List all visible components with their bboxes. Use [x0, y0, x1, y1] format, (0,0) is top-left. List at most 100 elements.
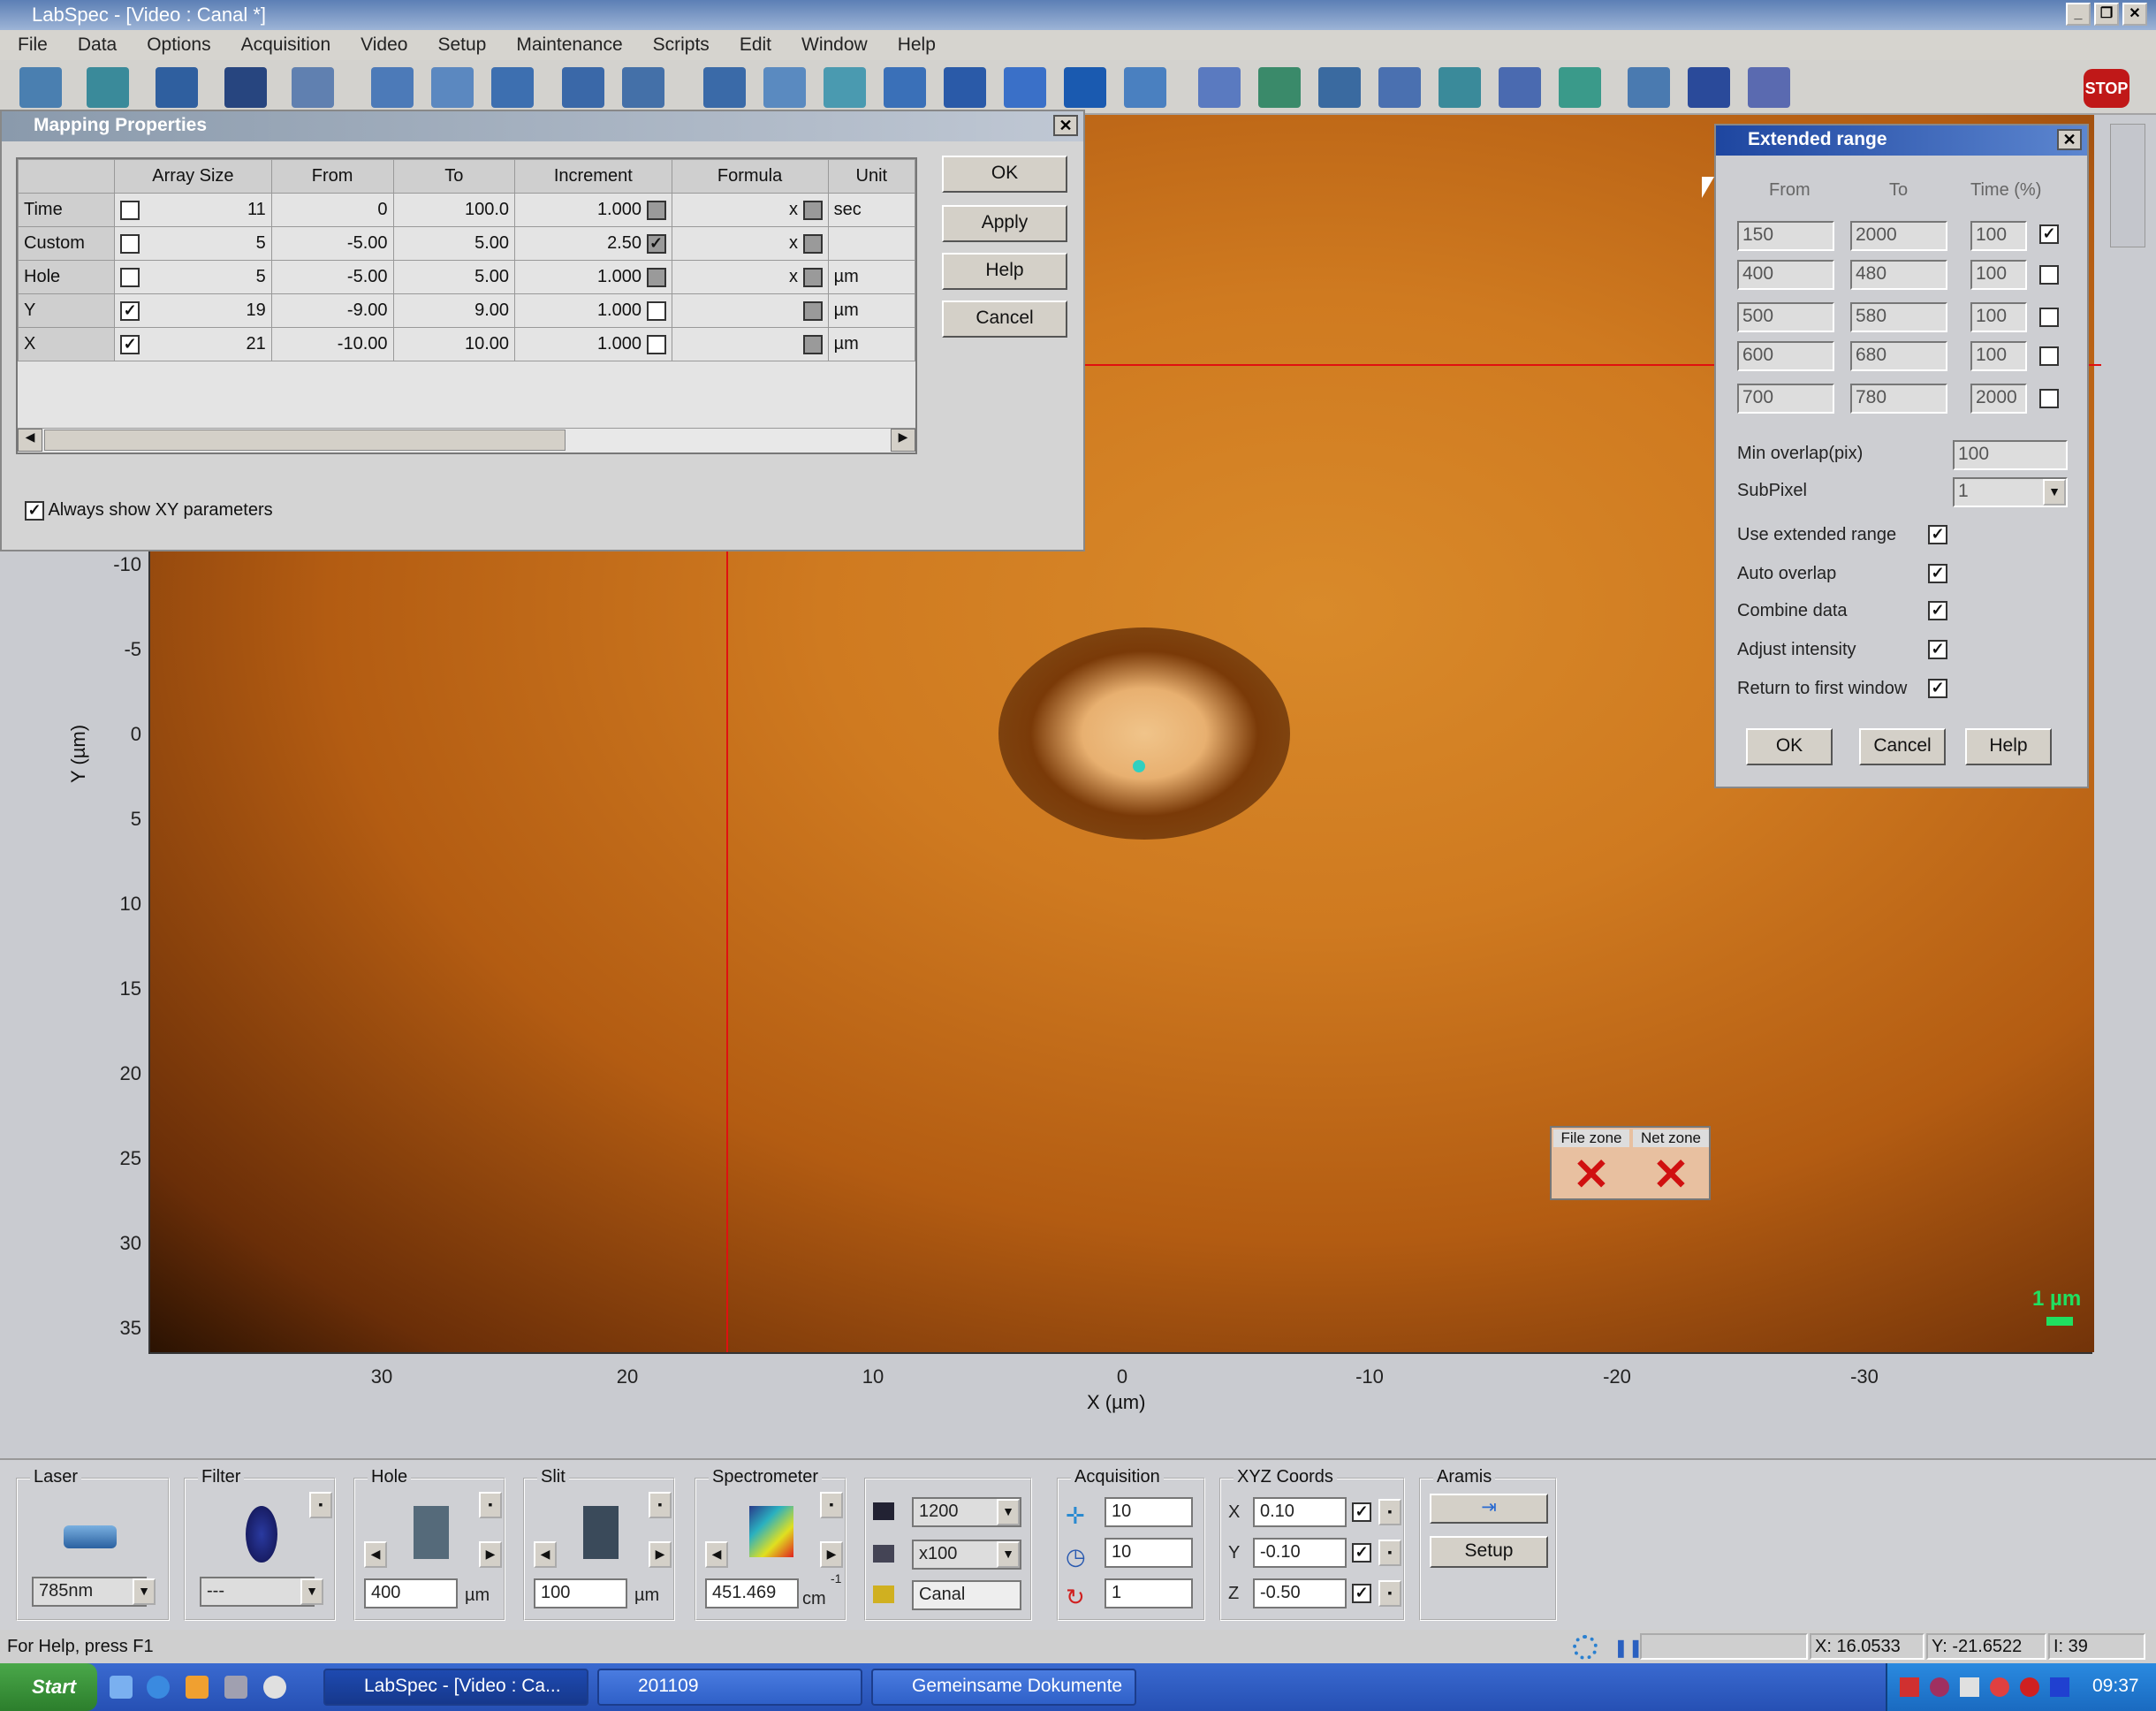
close-icon[interactable]: ✕ [2122, 3, 2147, 26]
tray-alert-icon[interactable] [1990, 1677, 2009, 1697]
histogram-icon[interactable] [1499, 67, 1541, 108]
spectrum-zoom-icon[interactable] [703, 67, 746, 108]
chevron-down-icon[interactable]: ▼ [997, 1541, 1020, 1568]
x-coord-checkbox[interactable]: ✓ [1352, 1502, 1371, 1522]
setup-button[interactable]: Setup [1430, 1536, 1548, 1568]
spectrometer-increase-icon[interactable]: ▶ [820, 1541, 843, 1568]
menu-acquisition[interactable]: Acquisition [241, 34, 331, 56]
range-time-field[interactable]: 100 [1970, 221, 2027, 251]
browser-icon[interactable] [147, 1676, 170, 1699]
cancel-button[interactable]: Cancel [1859, 728, 1946, 765]
export-icon[interactable] [1628, 67, 1670, 108]
close-icon[interactable]: ✕ [2057, 129, 2082, 150]
open-icon[interactable] [87, 67, 129, 108]
increment-checkbox[interactable] [646, 300, 666, 321]
menu-file[interactable]: File [18, 34, 48, 56]
range-time-field[interactable]: 100 [1970, 302, 2027, 332]
peak-icon[interactable] [1198, 67, 1241, 108]
range-time-field[interactable]: 2000 [1970, 384, 2027, 414]
chevron-down-icon[interactable]: ▼ [133, 1578, 156, 1605]
spectrometer-settings-icon[interactable]: ▪ [820, 1492, 843, 1518]
media-icon[interactable] [186, 1676, 209, 1699]
return-first-window-checkbox[interactable]: ✓ [1928, 679, 1947, 698]
dots-grid-icon[interactable] [944, 67, 986, 108]
hole-increase-icon[interactable]: ▶ [479, 1541, 502, 1568]
palette-icon[interactable] [1688, 67, 1730, 108]
z-coord-field[interactable]: -0.50 [1253, 1578, 1347, 1608]
menu-data[interactable]: Data [78, 34, 117, 56]
increment-checkbox[interactable] [646, 334, 666, 354]
task-folder-201109[interactable]: 201109 [597, 1669, 862, 1706]
combine-data-checkbox[interactable]: ✓ [1928, 601, 1947, 620]
range-to-field[interactable]: 680 [1850, 341, 1947, 371]
chevron-down-icon[interactable]: ▼ [2043, 479, 2066, 506]
help-button[interactable]: Help [942, 253, 1067, 290]
scroll-thumb[interactable] [44, 430, 566, 451]
scroll-left-icon[interactable]: ◀ [18, 429, 42, 452]
range-to-field[interactable]: 580 [1850, 302, 1947, 332]
y-coord-checkbox[interactable]: ✓ [1352, 1543, 1371, 1563]
player-icon[interactable] [263, 1676, 286, 1699]
menu-setup[interactable]: Setup [437, 34, 486, 56]
tool-launch-icon[interactable] [224, 1676, 247, 1699]
grid-select-icon[interactable] [763, 67, 806, 108]
range-checkbox[interactable] [2039, 265, 2059, 285]
range-to-field[interactable]: 2000 [1850, 221, 1947, 251]
tool-icon[interactable] [1559, 67, 1601, 108]
row-checkbox[interactable] [120, 200, 140, 220]
hole-decrease-icon[interactable]: ◀ [364, 1541, 387, 1568]
formula-checkbox[interactable] [802, 300, 823, 321]
aramis-laser-button[interactable]: ⇥ [1430, 1494, 1548, 1524]
range-from-field[interactable]: 600 [1737, 341, 1834, 371]
start-button[interactable]: Start [0, 1663, 97, 1711]
table-icon[interactable] [884, 67, 926, 108]
slit-increase-icon[interactable]: ▶ [649, 1541, 672, 1568]
always-show-checkbox[interactable]: ✓ [25, 500, 44, 521]
horizontal-scrollbar[interactable]: ◀ ▶ [18, 428, 915, 452]
map-icon[interactable] [824, 67, 866, 108]
cancel-button[interactable]: Cancel [942, 300, 1067, 338]
slit-decrease-icon[interactable]: ◀ [534, 1541, 557, 1568]
range-checkbox[interactable]: ✓ [2039, 224, 2059, 244]
overlay-chart-icon[interactable] [1748, 67, 1790, 108]
formula-checkbox[interactable] [802, 267, 823, 287]
menu-video[interactable]: Video [361, 34, 407, 56]
tray-network-icon[interactable] [1900, 1677, 1919, 1697]
formula-checkbox[interactable] [802, 334, 823, 354]
laser-select[interactable]: 785nm [32, 1577, 147, 1607]
always-show-xy-option[interactable]: ✓ Always show XY parameters [25, 500, 273, 521]
range-from-field[interactable]: 700 [1737, 384, 1834, 414]
task-shared-documents[interactable]: Gemeinsame Dokumente [871, 1669, 1136, 1706]
cursor-i-icon[interactable] [431, 67, 474, 108]
menu-options[interactable]: Options [147, 34, 210, 56]
range-time-field[interactable]: 100 [1970, 260, 2027, 290]
scatter-icon[interactable] [1439, 67, 1481, 108]
range-to-field[interactable]: 780 [1850, 384, 1947, 414]
range-checkbox[interactable] [2039, 346, 2059, 366]
chevron-down-icon[interactable]: ▼ [997, 1499, 1020, 1525]
increment-checkbox[interactable] [646, 267, 666, 287]
apply-button[interactable]: Apply [942, 205, 1067, 242]
peak-fit-icon[interactable] [1258, 67, 1301, 108]
menu-scripts[interactable]: Scripts [653, 34, 710, 56]
menu-help[interactable]: Help [898, 34, 936, 56]
y-go-icon[interactable]: ▪ [1378, 1540, 1401, 1566]
pause-icon[interactable]: ❚❚ [1613, 1637, 1644, 1659]
restore-icon[interactable]: ❐ [2094, 3, 2119, 26]
help-button[interactable]: Help [1965, 728, 2052, 765]
sample-name-field[interactable]: Canal [912, 1580, 1021, 1610]
move-icon[interactable] [371, 67, 414, 108]
info-icon[interactable] [622, 67, 664, 108]
hole-input[interactable]: 400 [364, 1578, 458, 1608]
chart-icon[interactable] [1004, 67, 1046, 108]
increment-checkbox[interactable]: ✓ [646, 233, 666, 254]
binoculars-icon[interactable] [1378, 67, 1421, 108]
formula-checkbox[interactable] [802, 233, 823, 254]
tray-device-icon[interactable] [1960, 1677, 1979, 1697]
increment-checkbox[interactable] [646, 200, 666, 220]
z-coord-checkbox[interactable]: ✓ [1352, 1584, 1371, 1603]
hole-settings-icon[interactable]: ▪ [479, 1492, 502, 1518]
x-go-icon[interactable]: ▪ [1378, 1499, 1401, 1525]
x-coord-field[interactable]: 0.10 [1253, 1497, 1347, 1527]
print-icon[interactable] [224, 67, 267, 108]
